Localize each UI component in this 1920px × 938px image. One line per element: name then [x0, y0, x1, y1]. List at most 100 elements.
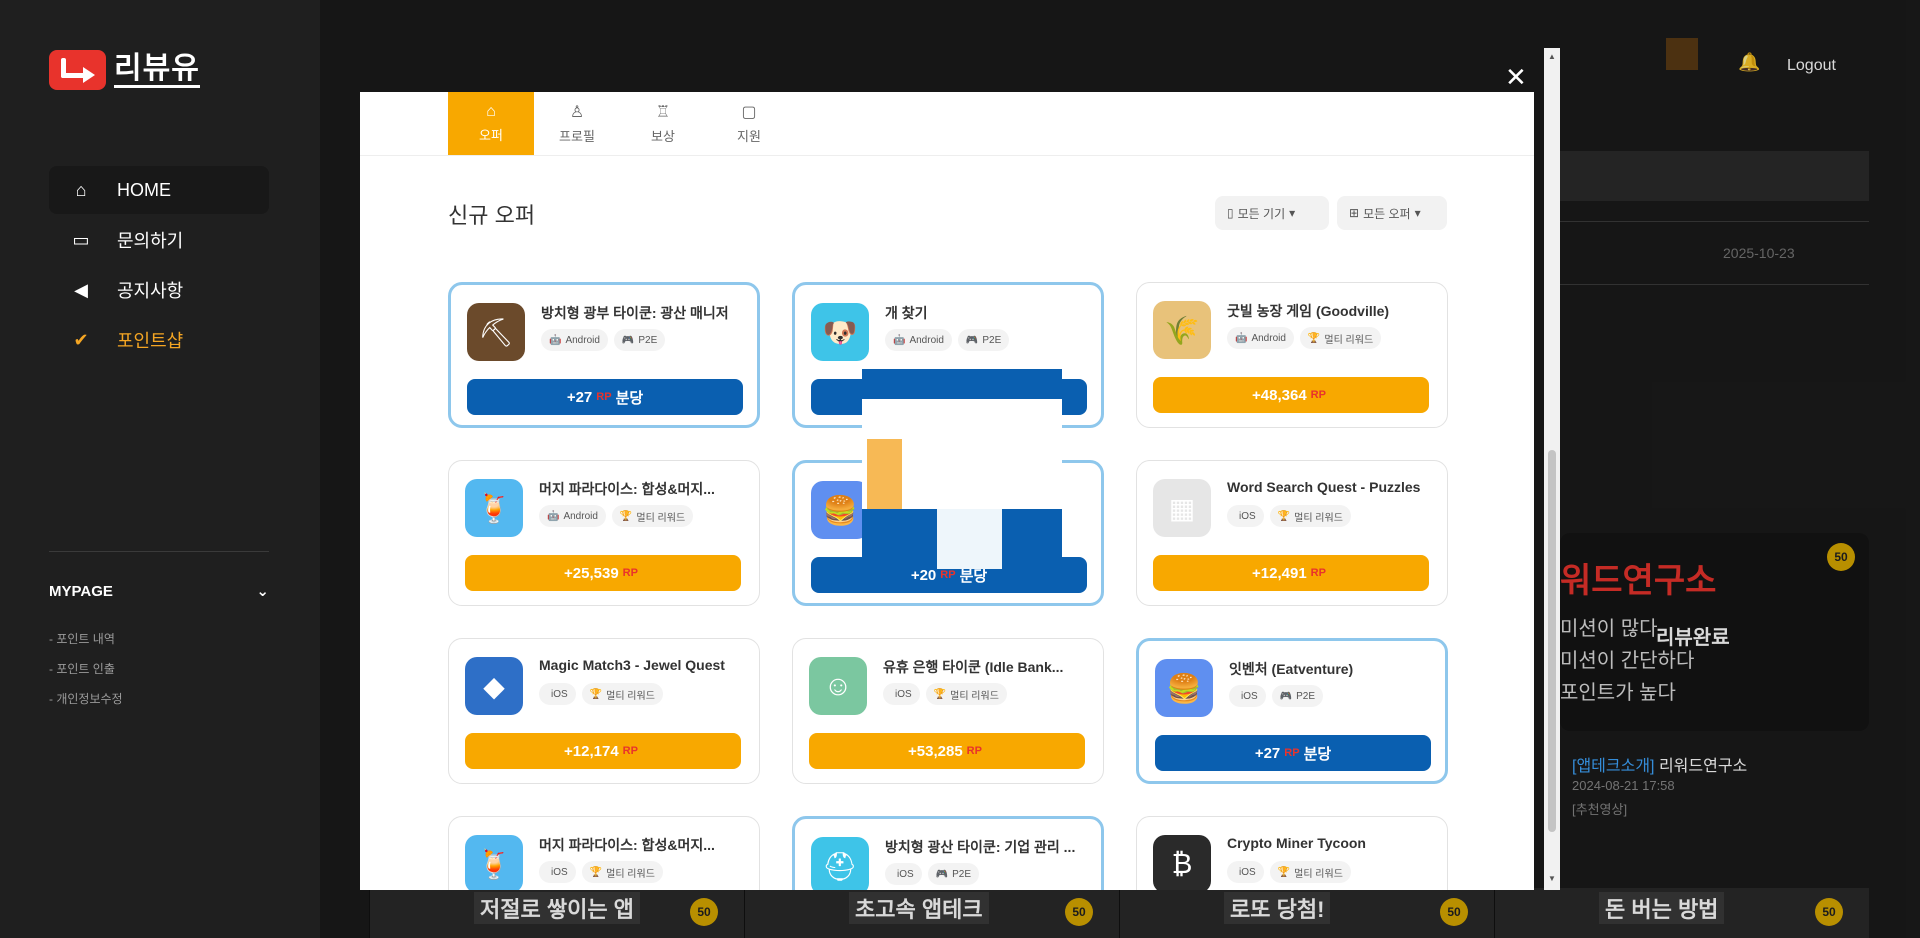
offer-tag: 🏆 멀티 리워드: [611, 505, 694, 527]
user-icon: ♙: [569, 104, 585, 121]
chat-icon: ▭: [72, 229, 90, 250]
offer-card[interactable]: 🍹 머지 파라다이스: 합성&머지... iOS 🏆 멀티 리워드: [448, 816, 760, 890]
trophy-icon: 🏆: [1307, 332, 1321, 344]
offer-tag: 🏆 멀티 리워드: [1299, 327, 1382, 349]
tab-label: 보상: [651, 129, 675, 144]
offer-reward-button[interactable]: +12,491 RP: [1153, 555, 1429, 591]
offer-tag-label: 멀티 리워드: [950, 690, 999, 702]
offer-tags: 🤖 Android 🏆 멀티 리워드: [539, 505, 694, 527]
device-filter-dropdown[interactable]: ▯ 모든 기기 ▾: [1215, 196, 1329, 230]
offer-tag-label: P2E: [982, 334, 1002, 346]
offer-tags: iOS 🏆 멀티 리워드: [539, 683, 663, 705]
scroll-down-icon[interactable]: ▼: [1548, 874, 1556, 883]
offer-reward-button[interactable]: +12,174 RP: [465, 733, 741, 769]
reward-amount: +25,539: [564, 564, 619, 582]
offer-tag: iOS: [539, 683, 576, 705]
offer-reward-button[interactable]: +53,285 RP: [809, 733, 1085, 769]
offer-name: Word Search Quest - Puzzles: [1227, 479, 1421, 495]
offer-tag-label: 멀티 리워드: [606, 690, 655, 702]
tab-rewards[interactable]: ♖ 보상: [620, 92, 706, 155]
offer-reward-button[interactable]: +25,539 RP: [465, 555, 741, 591]
offer-card[interactable]: ₿ Crypto Miner Tycoon iOS 🏆 멀티 리워드: [1136, 816, 1448, 890]
scrollbar-thumb[interactable]: [1548, 450, 1556, 832]
offer-reward-button[interactable]: +27 RP 분당: [1155, 735, 1431, 771]
pickaxe-icon: ⛏: [467, 303, 525, 361]
caret-down-icon: ▾: [1414, 206, 1421, 220]
tab-label: 지원: [737, 129, 761, 144]
burger-icon: 🍔: [811, 481, 869, 539]
offer-tags: iOS 🏆 멀티 리워드: [1227, 505, 1351, 527]
gamepad-icon: 🎮: [1279, 690, 1293, 702]
tab-support[interactable]: ▢ 지원: [706, 92, 792, 155]
sidebar: 리뷰유 ⌂ HOME ▭ 문의하기 ◀ 공지사항 ✔ 포인트샵 MYPAGE ⌄…: [0, 0, 320, 938]
nav-item-home[interactable]: ⌂ HOME: [49, 166, 269, 214]
offer-reward-button[interactable]: +48,364 RP: [1153, 377, 1429, 413]
offer-tag: 🎮 P2E: [1271, 685, 1324, 707]
close-icon[interactable]: ✕: [1505, 62, 1527, 93]
modal-scrollbar[interactable]: ▲ ▼: [1544, 48, 1560, 890]
nav-item-pointshop[interactable]: ✔ 포인트샵: [49, 316, 269, 364]
offer-tag: iOS: [539, 861, 576, 883]
nav-item-inquiry[interactable]: ▭ 문의하기: [49, 216, 269, 264]
scroll-up-icon[interactable]: ▲: [1548, 52, 1556, 61]
miner-icon: ⛑: [811, 837, 869, 890]
offer-filter-dropdown[interactable]: ⊞ 모든 오퍼 ▾: [1337, 196, 1447, 230]
tab-label: 오퍼: [479, 128, 503, 143]
offer-name: 개 찾기: [885, 305, 928, 321]
logo-mark-icon: [49, 50, 106, 90]
offer-tag-label: Android: [565, 334, 600, 346]
nav-item-label: 공지사항: [117, 281, 184, 301]
offer-tag-label: P2E: [1296, 690, 1316, 702]
offer-card[interactable]: 🍔 잇벤처 (Eatventure) iOS 🎮 P2E +27 RP 분당: [1136, 638, 1448, 784]
mypage-link-profile-edit[interactable]: - 개인정보수정: [49, 690, 123, 707]
offer-tags: iOS 🏆 멀티 리워드: [1227, 861, 1351, 883]
tab-offers[interactable]: ⌂ 오퍼: [448, 92, 534, 155]
trophy-icon: 🏆: [1277, 866, 1291, 878]
grid-icon: ⊞: [1349, 206, 1360, 220]
nav-item-notice[interactable]: ◀ 공지사항: [49, 266, 269, 314]
offer-tag-label: Android: [563, 510, 598, 522]
megaphone-icon: ◀: [74, 279, 88, 300]
trophy-icon: 🏆: [589, 688, 603, 700]
offer-tag: 🤖 Android: [539, 505, 606, 527]
reward-amount: +20: [910, 566, 937, 584]
mypage-link-point-withdraw[interactable]: - 포인트 인출: [49, 660, 123, 677]
offer-card[interactable]: ⛏ 방치형 광부 타이쿤: 광산 매니저 🤖 Android 🎮 P2E +27 RP 분당: [448, 282, 760, 428]
offer-tag-label: 멀티 리워드: [1294, 512, 1343, 524]
offer-tag-label: 멀티 리워드: [1294, 868, 1343, 880]
reward-unit: RP: [940, 569, 956, 581]
gamepad-icon: 🎮: [621, 334, 635, 346]
redacted-region: [862, 369, 1062, 569]
word-grid-icon: ▦: [1153, 479, 1211, 537]
offer-card[interactable]: 🍹 머지 파라다이스: 합성&머지... 🤖 Android 🏆 멀티 리워드 +25,53…: [448, 460, 760, 606]
offer-card[interactable]: ☺ 유휴 은행 타이쿤 (Idle Bank... iOS 🏆 멀티 리워드 +53,28…: [792, 638, 1104, 784]
mypage-link-point-history[interactable]: - 포인트 내역: [49, 630, 123, 647]
tab-profile[interactable]: ♙ 프로필: [534, 92, 620, 155]
offer-name: Crypto Miner Tycoon: [1227, 835, 1366, 851]
farm-icon: 🌾: [1153, 301, 1211, 359]
offer-tag-label: iOS: [897, 868, 914, 880]
offer-tag: 🤖 Android: [885, 329, 952, 351]
logo-text: 리뷰유: [114, 50, 200, 88]
offer-tag-label: iOS: [895, 688, 912, 700]
reward-unit: RP: [1310, 389, 1326, 401]
section-title: 신규 오퍼: [448, 203, 536, 228]
trophy-icon: 🏆: [589, 866, 603, 878]
offer-tag-label: 멀티 리워드: [1324, 334, 1374, 346]
cocktail-icon: 🍹: [465, 835, 523, 890]
offer-tag-label: iOS: [551, 866, 568, 878]
offer-tags: 🤖 Android 🎮 P2E: [541, 329, 666, 351]
modal-tabs: ⌂ 오퍼 ♙ 프로필 ♖ 보상 ▢ 지원: [448, 92, 792, 155]
offer-card[interactable]: 🌾 굿빌 농장 게임 (Goodville) 🤖 Android 🏆 멀티 리워드 +48,…: [1136, 282, 1448, 428]
mypage-label: MYPAGE: [49, 582, 113, 600]
reward-unit: RP: [596, 391, 612, 403]
reward-unit: RP: [1284, 747, 1300, 759]
offer-name: 방치형 광부 타이쿤: 광산 매니저: [541, 305, 729, 321]
offer-tag-label: P2E: [638, 334, 658, 346]
offer-card[interactable]: ◆ Magic Match3 - Jewel Quest iOS 🏆 멀티 리워드 +12…: [448, 638, 760, 784]
offer-card[interactable]: ▦ Word Search Quest - Puzzles iOS 🏆 멀티 리워드 +1…: [1136, 460, 1448, 606]
logo[interactable]: 리뷰유: [49, 50, 200, 90]
offer-reward-button[interactable]: +27 RP 분당: [467, 379, 743, 415]
offer-card[interactable]: ⛑ 방치형 광산 타이쿤: 기업 관리 ... iOS 🎮 P2E: [792, 816, 1104, 890]
mypage-toggle[interactable]: MYPAGE ⌄: [49, 582, 269, 601]
